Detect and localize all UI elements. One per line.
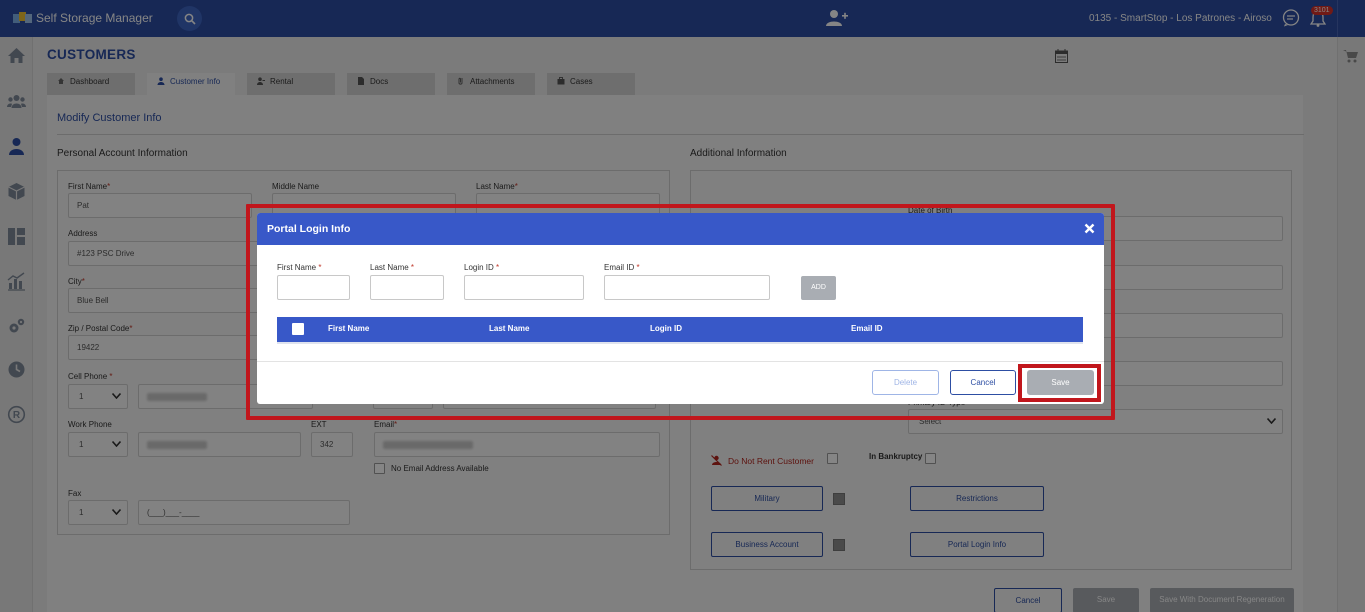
modal-highlight-frame — [246, 204, 1115, 420]
save-highlight-frame — [1018, 364, 1101, 402]
